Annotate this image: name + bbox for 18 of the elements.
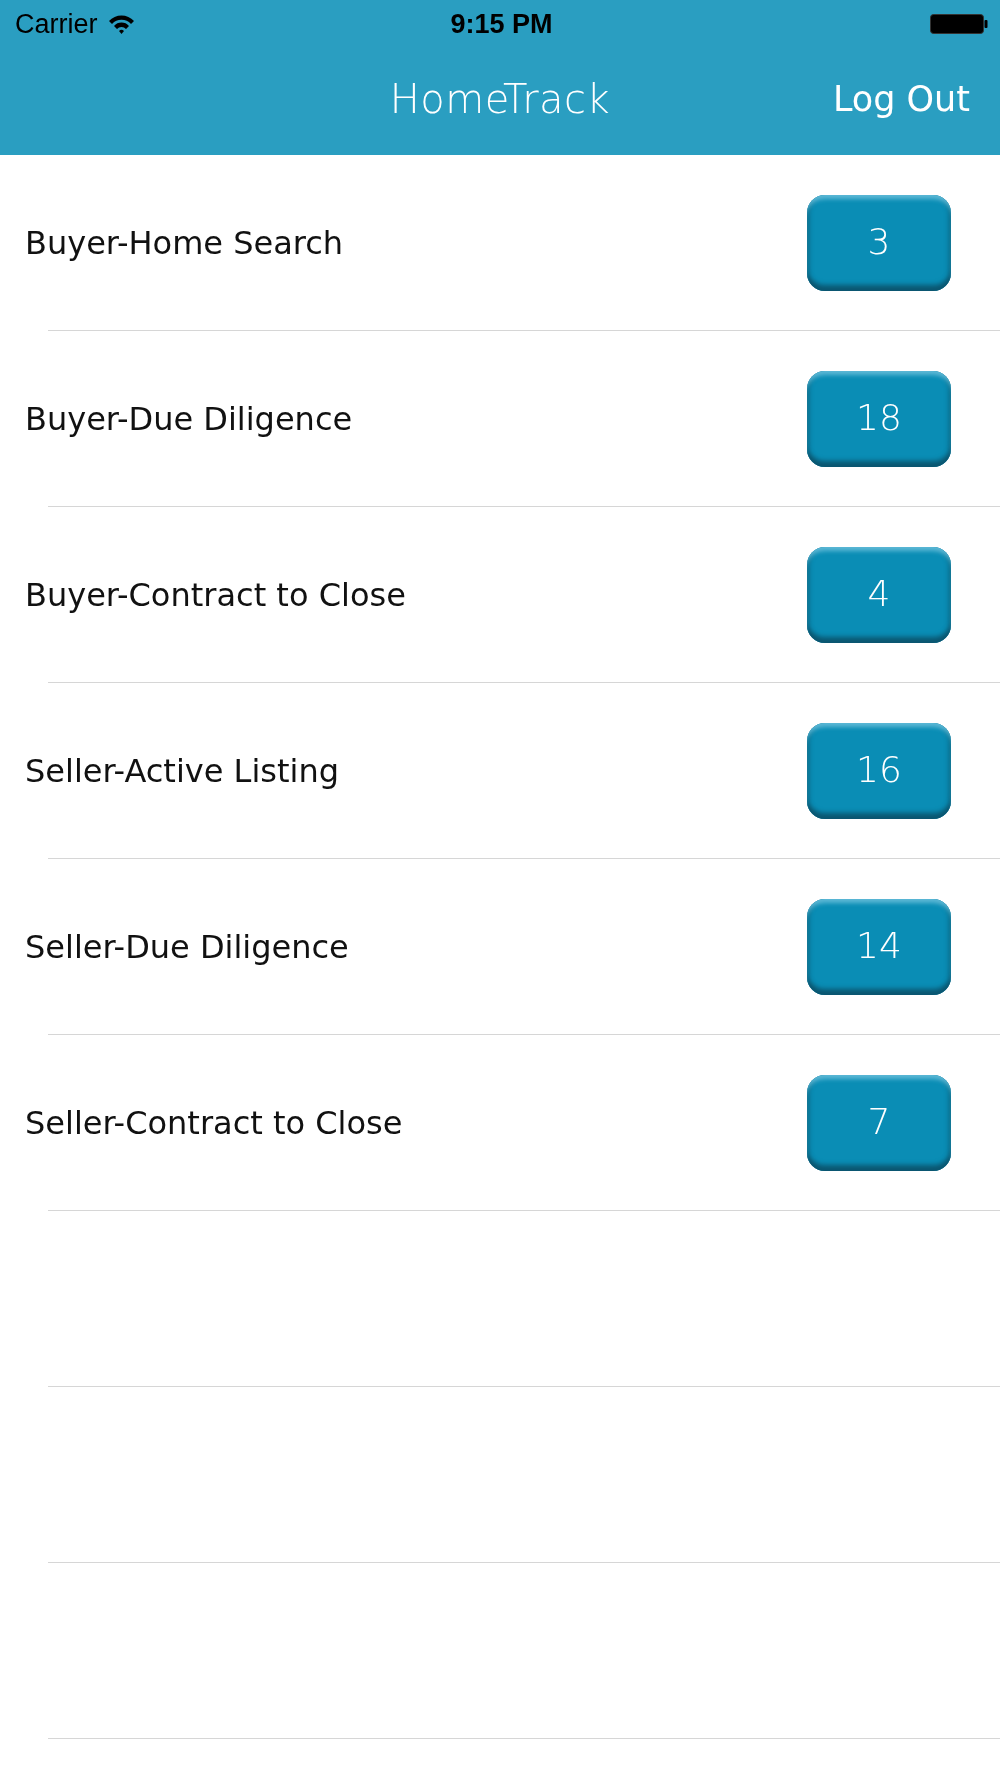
- category-label: Seller-Contract to Close: [25, 1104, 403, 1142]
- category-label: Buyer-Home Search: [25, 224, 344, 262]
- category-label: Buyer-Due Diligence: [25, 400, 353, 438]
- wifi-icon: [107, 14, 135, 34]
- status-time: 9:15 PM: [450, 8, 553, 40]
- count-button[interactable]: 14: [807, 899, 951, 995]
- count-button[interactable]: 3: [807, 195, 951, 291]
- category-label: Buyer-Contract to Close: [25, 576, 406, 614]
- battery-icon: [930, 14, 988, 34]
- app-title: HomeTrack: [389, 75, 611, 122]
- count-button[interactable]: 4: [807, 547, 951, 643]
- carrier-name: Carrier: [15, 8, 98, 40]
- category-label: Seller-Due Diligence: [25, 928, 349, 966]
- count-button[interactable]: 18: [807, 371, 951, 467]
- count-button[interactable]: 7: [807, 1075, 951, 1171]
- category-label: Seller-Active Listing: [25, 752, 339, 790]
- count-button[interactable]: 16: [807, 723, 951, 819]
- log-out-button[interactable]: Log Out: [832, 78, 970, 119]
